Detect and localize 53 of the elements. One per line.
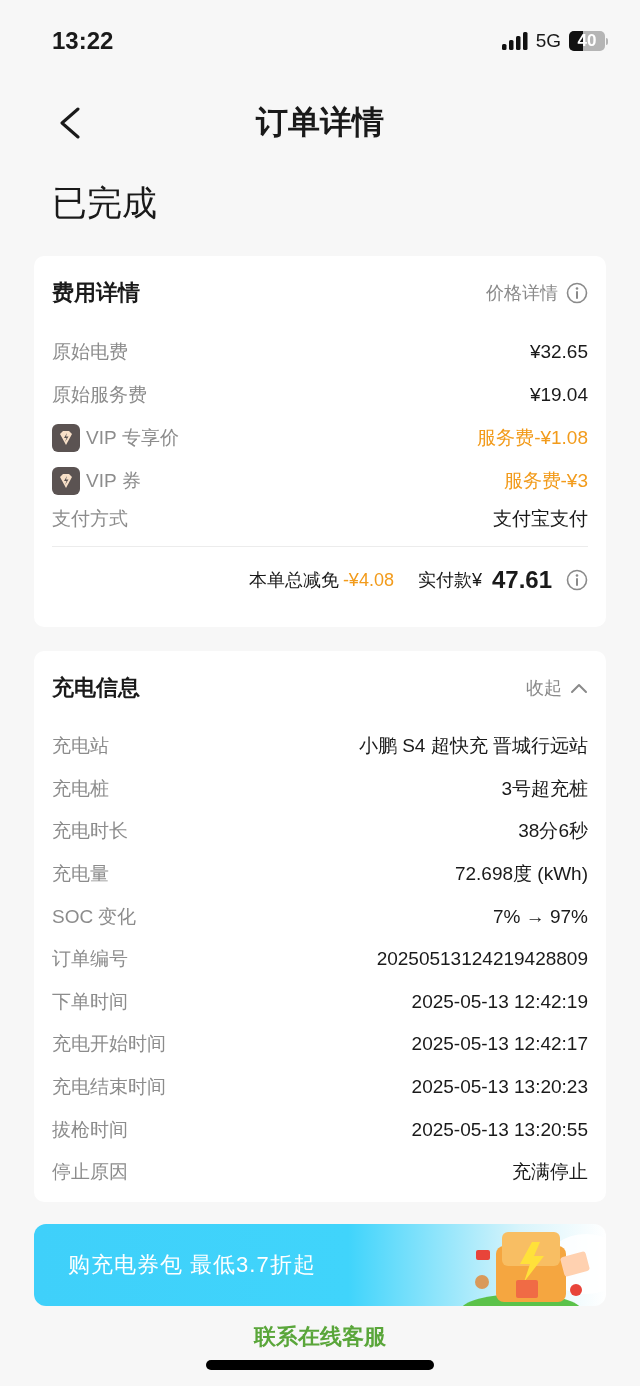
discount-label: 本单总减免 [248, 569, 339, 592]
row-value: 72.698度 (kWh) [454, 862, 588, 887]
order-status: 已完成 [52, 182, 158, 224]
collapse-toggle[interactable]: 收起 [526, 676, 588, 700]
row-label: 充电量 [52, 862, 109, 887]
section-title: 费用详情 [52, 279, 140, 307]
row-value: 7% → 97% [492, 905, 588, 928]
row-value: ¥19.04 [529, 383, 588, 406]
row-label: VIP 券 [86, 468, 141, 493]
row-label: 原始服务费 [52, 382, 147, 407]
row-value: 2025-05-13 13:20:55 [411, 1118, 588, 1141]
diamond-badge-icon [52, 423, 80, 452]
row-label: 停止原因 [52, 1160, 128, 1185]
banner-text: 购充电券包 最低3.7折起 [68, 1250, 316, 1279]
row-label: VIP 专享价 [86, 425, 179, 450]
row-label: 充电开始时间 [52, 1032, 166, 1057]
row-value: 3号超充桩 [501, 776, 588, 801]
row-value: 2025-05-13 12:42:17 [411, 1033, 588, 1056]
diamond-badge-icon [52, 466, 80, 495]
row-label: 原始电费 [52, 339, 128, 364]
info-icon[interactable] [566, 282, 588, 304]
discount-amount: -¥4.08 [342, 569, 394, 591]
row-label: 订单编号 [52, 947, 128, 972]
row-value: 服务费-¥1.08 [477, 425, 588, 450]
row-value: ¥32.65 [529, 340, 588, 363]
row-value: 服务费-¥3 [503, 468, 588, 493]
row-label: 支付方式 [52, 507, 128, 531]
row-value: 充满停止 [512, 1160, 588, 1185]
status-time: 13:22 [52, 27, 114, 55]
row-label: 拔枪时间 [52, 1117, 128, 1142]
price-details-link[interactable]: 价格详情 [486, 281, 588, 305]
row-value: 20250513124219428809 [376, 948, 588, 971]
row-value: 小鹏 S4 超快充 晋城行远站 [358, 734, 588, 759]
paid-amount: 47.61 [491, 566, 552, 594]
row-value: 支付宝支付 [493, 507, 588, 531]
row-value: 38分6秒 [518, 819, 588, 844]
row-label: 充电桩 [52, 776, 109, 801]
section-title: 充电信息 [52, 674, 140, 702]
contact-support-link[interactable]: 联系在线客服 [254, 1321, 386, 1352]
promo-banner[interactable]: 购充电券包 最低3.7折起 [34, 1223, 606, 1306]
signal-icon [501, 32, 528, 50]
row-label: SOC 变化 [52, 904, 137, 929]
network-label: 5G [535, 30, 561, 52]
paid-label: 实付款¥ [417, 569, 482, 592]
page-title: 订单详情 [256, 103, 384, 142]
chevron-up-icon [570, 682, 588, 694]
info-icon[interactable] [566, 569, 588, 591]
row-label: 充电时长 [52, 819, 128, 844]
row-value: 2025-05-13 13:20:23 [411, 1076, 588, 1099]
row-value: 2025-05-13 12:42:19 [411, 990, 588, 1013]
row-label: 下单时间 [52, 989, 128, 1014]
row-label: 充电结束时间 [52, 1075, 166, 1100]
row-label: 充电站 [52, 734, 109, 759]
